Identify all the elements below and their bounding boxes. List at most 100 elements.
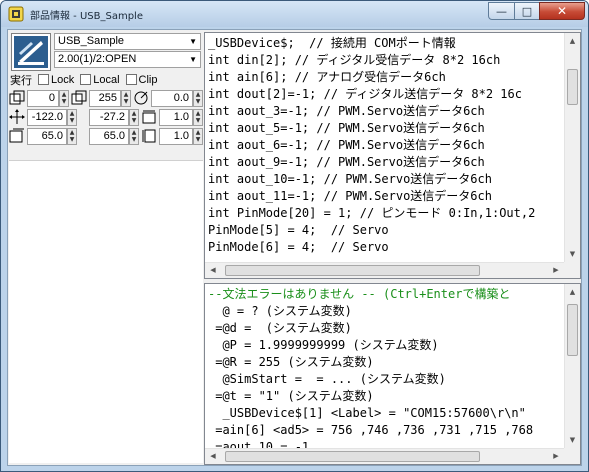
console-horizontal-scrollbar[interactable]: ◀ ▶ <box>205 448 564 464</box>
code-horizontal-scrollbar[interactable]: ◀ ▶ <box>205 262 564 278</box>
scroll-left-icon[interactable]: ◀ <box>205 449 221 464</box>
size-w-stepper[interactable]: ▲ ▼ <box>67 128 77 145</box>
message-console[interactable]: --文法エラーはありません -- (Ctrl+Enterで構築と @ = ? (… <box>204 283 581 465</box>
color-row: 0 ▲ ▼ 255 ▲ ▼ 0.0 ▲ ▼ <box>9 90 204 107</box>
code-line[interactable]: int PinMode[20] = 1; // ピンモード 0:In,1:Out… <box>208 205 564 222</box>
lock-checkbox[interactable]: Lock <box>38 74 74 86</box>
code-line[interactable]: PinMode[6] = 4; // Servo <box>208 239 564 256</box>
control-panel: USB_Sample ▼ 2.00(1)/2:OPEN ▼ 実行 Lock Lo… <box>8 30 205 465</box>
code-line[interactable]: int aout_5=-1; // PWM.Servo送信データ6ch <box>208 120 564 137</box>
close-button[interactable]: ✕ <box>539 2 585 20</box>
port-combo[interactable]: 2.00(1)/2:OPEN ▼ <box>54 51 201 68</box>
rotation-field[interactable]: 0.0 <box>151 90 193 107</box>
console-vertical-scrollbar[interactable]: ▲ ▼ <box>564 284 580 448</box>
code-line[interactable]: _USBDevice$; // 接続用 COMポート情報 <box>208 35 564 52</box>
window-title: 部品情報 - USB_Sample <box>30 11 143 22</box>
value-b-field[interactable]: 255 <box>89 90 121 107</box>
scroll-corner <box>564 262 580 278</box>
console-line[interactable]: =@R = 255 (システム変数) <box>208 354 564 371</box>
value-a-field[interactable]: 0 <box>27 90 59 107</box>
scroll-left-icon[interactable]: ◀ <box>205 263 221 278</box>
checkbox-box[interactable] <box>125 74 137 85</box>
clip-checkbox[interactable]: Clip <box>125 73 158 86</box>
console-line[interactable]: =@t = "1" (システム変数) <box>208 388 564 405</box>
position-x-field[interactable]: -122.0 <box>27 109 67 126</box>
console-line[interactable]: =@d = (システム変数) <box>208 320 564 337</box>
scale-x-icon <box>142 110 156 124</box>
checkbox-box[interactable] <box>38 74 49 85</box>
chevron-down-icon[interactable]: ▼ <box>189 52 197 67</box>
layers-icon <box>9 90 25 105</box>
run-label: 実行 <box>10 74 32 87</box>
title-bar[interactable]: 部品情報 - USB_Sample — □ ✕ <box>1 1 588 27</box>
app-window: 部品情報 - USB_Sample — □ ✕ USB_Sample ▼ 2.0… <box>0 0 589 472</box>
checkbox-label: Clip <box>138 73 158 86</box>
rotation-icon <box>134 91 148 105</box>
maximize-button[interactable]: □ <box>514 2 540 20</box>
size-row: 65.0 ▲ ▼ 65.0 ▲ ▼ 1.0 ▲ ▼ <box>9 128 204 145</box>
move-crosshair-icon <box>9 109 25 124</box>
scroll-up-icon[interactable]: ▲ <box>565 33 580 49</box>
scroll-corner <box>564 448 580 464</box>
code-editor[interactable]: _USBDevice$; // 接続用 COMポート情報 int din[2]; … <box>204 32 581 279</box>
scale-x-field[interactable]: 1.0 <box>159 109 193 126</box>
size-h-field[interactable]: 65.0 <box>89 128 129 145</box>
console-line[interactable]: @SimStart = = ... (システム変数) <box>208 371 564 388</box>
code-line[interactable]: int aout_9=-1; // PWM.Servo送信データ6ch <box>208 154 564 171</box>
code-vertical-scrollbar[interactable]: ▲ ▼ <box>564 33 580 262</box>
code-line[interactable]: int aout_6=-1; // PWM.Servo送信データ6ch <box>208 137 564 154</box>
scroll-down-icon[interactable]: ▼ <box>565 246 580 262</box>
console-line[interactable]: _USBDevice$[1] <Label> = "COM15:57600\r\… <box>208 405 564 422</box>
logo-graphic <box>14 36 48 68</box>
scroll-thumb[interactable] <box>225 451 480 462</box>
size-h-stepper[interactable]: ▲ ▼ <box>129 128 139 145</box>
code-line[interactable]: int aout_10=-1; // PWM.Servo送信データ6ch <box>208 171 564 188</box>
console-line[interactable]: =aout_10 = -1 <box>208 439 564 448</box>
code-line[interactable]: PinMode[5] = 4; // Servo <box>208 222 564 239</box>
scroll-thumb[interactable] <box>567 69 578 105</box>
scale-y-icon <box>142 129 156 143</box>
scroll-right-icon[interactable]: ▶ <box>548 263 564 278</box>
scroll-right-icon[interactable]: ▶ <box>548 449 564 464</box>
device-combo-value: USB_Sample <box>58 35 125 47</box>
scale-x-stepper[interactable]: ▲ ▼ <box>193 109 203 126</box>
console-line[interactable]: =ain[6] <ad5> = 756 ,746 ,736 ,731 ,715 … <box>208 422 564 439</box>
position-y-stepper[interactable]: ▲ ▼ <box>129 109 139 126</box>
checkbox-box[interactable] <box>80 74 92 85</box>
code-line[interactable]: int aout_3=-1; // PWM.Servo送信データ6ch <box>208 103 564 120</box>
checkbox-label: Lock <box>51 73 75 86</box>
console-line[interactable]: @P = 1.9999999999 (システム変数) <box>208 337 564 354</box>
parts-preview-area[interactable] <box>9 160 203 463</box>
scale-y-field[interactable]: 1.0 <box>159 128 193 145</box>
size-box-icon <box>9 128 24 143</box>
console-lines[interactable]: --文法エラーはありません -- (Ctrl+Enterで構築と @ = ? (… <box>205 284 564 448</box>
code-line[interactable]: int dout[2]=-1; // ディジタル送信データ 8*2 16c <box>208 86 564 103</box>
client-area: USB_Sample ▼ 2.00(1)/2:OPEN ▼ 実行 Lock Lo… <box>7 29 582 466</box>
scale-y-stepper[interactable]: ▲ ▼ <box>193 128 203 145</box>
minimize-button[interactable]: — <box>488 2 515 20</box>
scroll-up-icon[interactable]: ▲ <box>565 284 580 300</box>
checkbox-label: Local <box>93 73 120 86</box>
scroll-thumb[interactable] <box>225 265 480 276</box>
application-logo-icon[interactable] <box>11 33 51 71</box>
scroll-down-icon[interactable]: ▼ <box>565 432 580 448</box>
code-line[interactable]: int din[2]; // ディジタル受信データ 8*2 16ch <box>208 52 564 69</box>
console-line[interactable]: @ = ? (システム変数) <box>208 303 564 320</box>
position-row: -122.0 ▲ ▼ -27.2 ▲ ▼ 1.0 ▲ ▼ <box>9 109 204 126</box>
code-line[interactable]: int aout_11=-1; // PWM.Servo送信データ6ch <box>208 188 564 205</box>
app-title-icon <box>8 6 24 22</box>
code-lines[interactable]: _USBDevice$; // 接続用 COMポート情報 int din[2]; … <box>205 33 564 262</box>
device-combo[interactable]: USB_Sample ▼ <box>54 33 201 50</box>
value-b-stepper[interactable]: ▲ ▼ <box>121 90 131 107</box>
local-checkbox[interactable]: Local <box>80 73 120 86</box>
position-y-field[interactable]: -27.2 <box>89 109 129 126</box>
rotation-stepper[interactable]: ▲ ▼ <box>193 90 203 107</box>
value-a-stepper[interactable]: ▲ ▼ <box>59 90 69 107</box>
console-line[interactable]: --文法エラーはありません -- (Ctrl+Enterで構築と <box>208 286 564 303</box>
options-row: 実行 Lock Local Clip <box>10 71 164 88</box>
scroll-thumb[interactable] <box>567 304 578 356</box>
chevron-down-icon[interactable]: ▼ <box>189 34 197 49</box>
size-w-field[interactable]: 65.0 <box>27 128 67 145</box>
position-x-stepper[interactable]: ▲ ▼ <box>67 109 77 126</box>
code-line[interactable]: int ain[6]; // アナログ受信データ6ch <box>208 69 564 86</box>
